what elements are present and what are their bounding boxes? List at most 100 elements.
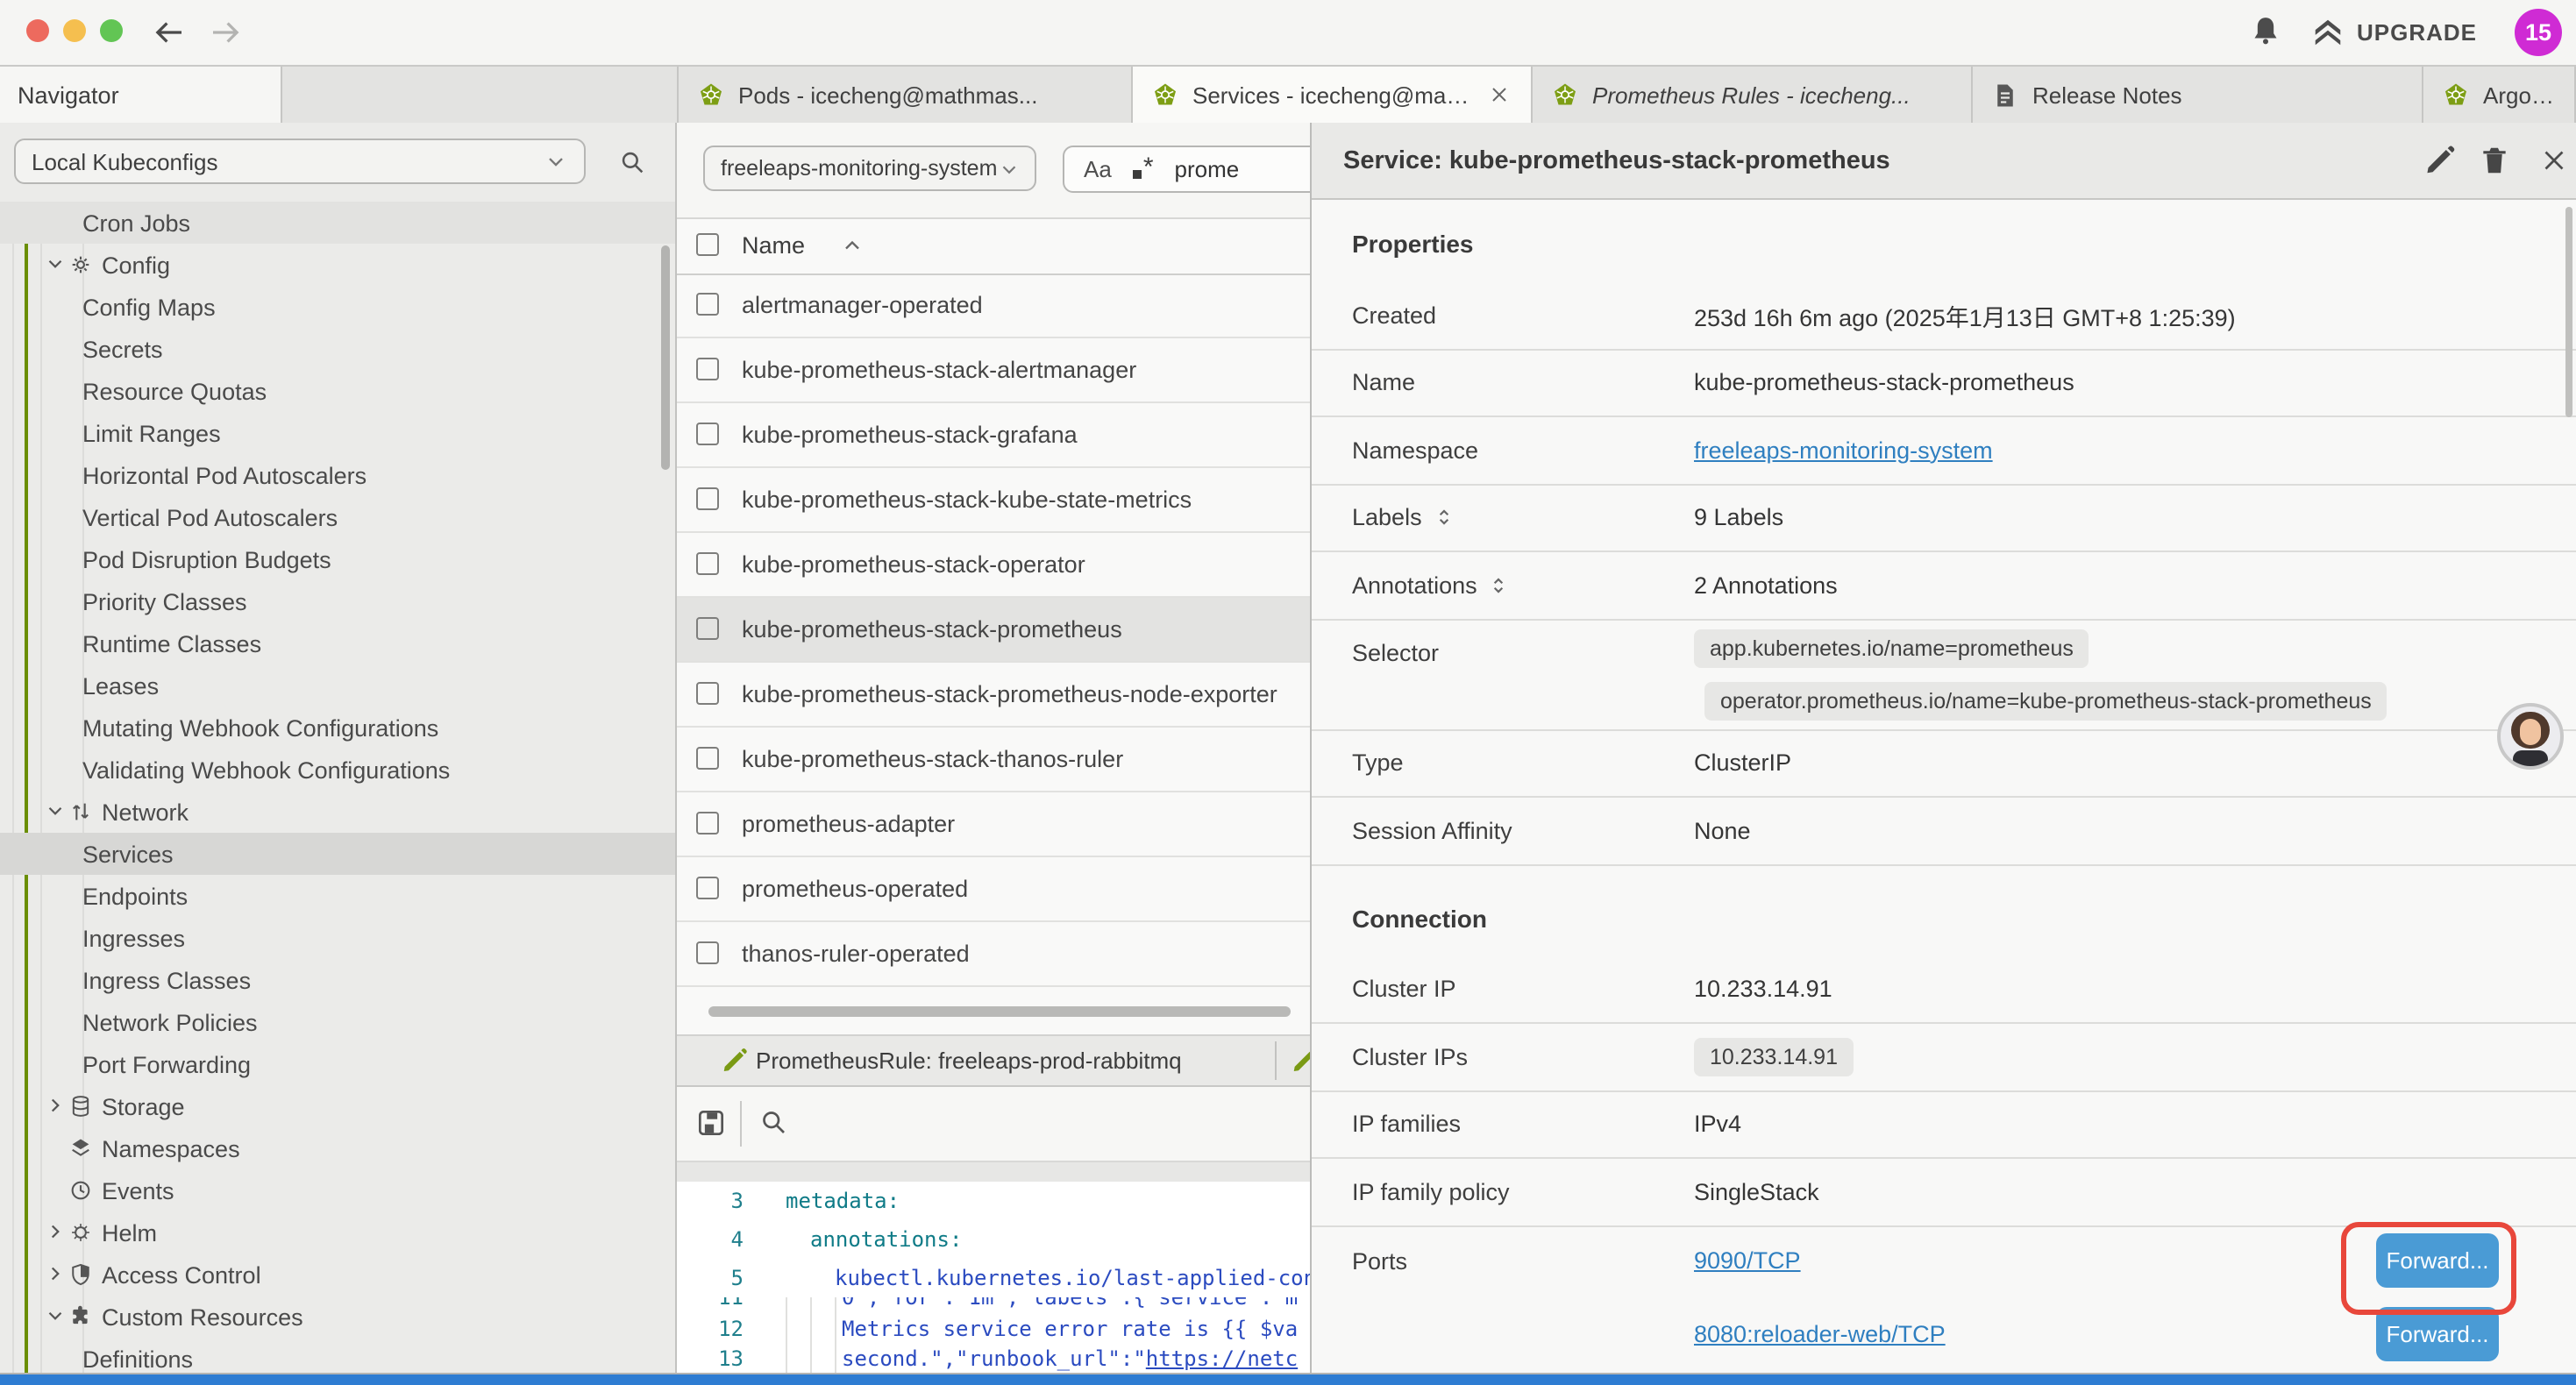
sort-updown-icon[interactable]: [1433, 507, 1455, 529]
sidebar-item-ingresses[interactable]: Ingresses: [0, 917, 675, 959]
row-checkbox[interactable]: [696, 617, 719, 640]
sidebar-item-endpoints[interactable]: Endpoints: [0, 875, 675, 917]
tab-services-icecheng-math[interactable]: Services - icecheng@math...: [1133, 67, 1533, 123]
table-row-kube-prometheus-stack-thanos-ruler[interactable]: kube-prometheus-stack-thanos-ruler: [677, 728, 1310, 792]
sort-updown-icon[interactable]: [1488, 574, 1511, 597]
row-checkbox[interactable]: [696, 812, 719, 835]
chevron-down-icon[interactable]: [44, 252, 67, 275]
sidebar-scrollbar[interactable]: [661, 245, 670, 470]
sidebar-item-helm[interactable]: Helm: [0, 1211, 675, 1254]
chevron-right-icon[interactable]: [44, 1094, 67, 1117]
editor-tab-label[interactable]: PrometheusRule: freeleaps-prod-rabbitmq: [756, 1048, 1182, 1074]
minimize-window-button[interactable]: [63, 19, 86, 42]
tab-argo-se[interactable]: Argo Se: [2423, 67, 2576, 123]
chevron-right-icon[interactable]: [44, 1220, 67, 1243]
chevron-right-icon[interactable]: [44, 1262, 67, 1285]
edit-pencil-icon[interactable]: [2423, 144, 2457, 177]
row-checkbox[interactable]: [696, 877, 719, 899]
editor-search-icon[interactable]: [758, 1106, 789, 1138]
save-icon[interactable]: [694, 1106, 728, 1140]
sidebar-item-vertical-pod-autoscalers[interactable]: Vertical Pod Autoscalers: [0, 496, 675, 538]
row-checkbox[interactable]: [696, 358, 719, 380]
sidebar-item-validating-webhook-configurations[interactable]: Validating Webhook Configurations: [0, 749, 675, 791]
table-row-thanos-ruler-operated[interactable]: thanos-ruler-operated: [677, 922, 1310, 987]
chevron-down-icon[interactable]: [44, 1304, 67, 1327]
sidebar-item-pod-disruption-budgets[interactable]: Pod Disruption Budgets: [0, 538, 675, 580]
table-row-kube-prometheus-stack-prometheus[interactable]: kube-prometheus-stack-prometheus: [677, 598, 1310, 663]
table-row-kube-prometheus-stack-kube-state-metrics[interactable]: kube-prometheus-stack-kube-state-metrics: [677, 468, 1310, 533]
sidebar-item-runtime-classes[interactable]: Runtime Classes: [0, 622, 675, 664]
close-tab-icon[interactable]: [1487, 82, 1512, 107]
filter-search-input[interactable]: Aa * prome: [1063, 146, 1310, 193]
sidebar-item-network-policies[interactable]: Network Policies: [0, 1001, 675, 1043]
maximize-window-button[interactable]: [100, 19, 123, 42]
row-checkbox[interactable]: [696, 293, 719, 316]
row-checkbox[interactable]: [696, 423, 719, 445]
sidebar-item-secrets[interactable]: Secrets: [0, 328, 675, 370]
table-row-kube-prometheus-stack-alertmanager[interactable]: kube-prometheus-stack-alertmanager: [677, 338, 1310, 403]
row-checkbox[interactable]: [696, 682, 719, 705]
sidebar-item-cron-jobs[interactable]: Cron Jobs: [0, 202, 675, 244]
table-row-alertmanager-operated[interactable]: alertmanager-operated: [677, 273, 1310, 338]
row-checkbox[interactable]: [696, 552, 719, 575]
sidebar-item-config[interactable]: Config: [0, 244, 675, 286]
sidebar-item-events[interactable]: Events: [0, 1169, 675, 1211]
kubeconfig-select[interactable]: Local Kubeconfigs: [14, 138, 586, 184]
tab-release-notes[interactable]: Release Notes: [1973, 67, 2423, 123]
sidebar-item-leases[interactable]: Leases: [0, 664, 675, 707]
table-row-kube-prometheus-stack-operator[interactable]: kube-prometheus-stack-operator: [677, 533, 1310, 598]
sidebar-item-port-forwarding[interactable]: Port Forwarding: [0, 1043, 675, 1085]
port-link[interactable]: 9090/TCP: [1694, 1246, 1801, 1273]
search-query: prome: [1175, 156, 1240, 182]
tab-pods-icecheng-mathmas[interactable]: Pods - icecheng@mathmas...: [679, 67, 1133, 123]
sidebar-item-custom-resources[interactable]: Custom Resources: [0, 1296, 675, 1338]
close-window-button[interactable]: [26, 19, 49, 42]
notification-count-badge[interactable]: 15: [2515, 9, 2562, 56]
chevron-down-icon[interactable]: [44, 799, 67, 822]
row-checkbox[interactable]: [696, 487, 719, 510]
row-checkbox[interactable]: [696, 941, 719, 964]
match-case-toggle[interactable]: Aa: [1084, 156, 1112, 182]
sidebar-item-config-maps[interactable]: Config Maps: [0, 286, 675, 328]
table-row-prometheus-adapter[interactable]: prometheus-adapter: [677, 792, 1310, 857]
tab-prometheus-rules-icecheng[interactable]: Prometheus Rules - icecheng...: [1533, 67, 1973, 123]
back-arrow-icon[interactable]: [151, 14, 188, 51]
regex-toggle-icon[interactable]: *: [1133, 160, 1154, 179]
upgrade-button[interactable]: UPGRADE: [2311, 16, 2477, 49]
sidebar-item-definitions[interactable]: Definitions: [0, 1338, 675, 1374]
sidebar-item-horizontal-pod-autoscalers[interactable]: Horizontal Pod Autoscalers: [0, 454, 675, 496]
sidebar-item-limit-ranges[interactable]: Limit Ranges: [0, 412, 675, 454]
runbook-url-link[interactable]: https://netc: [1146, 1346, 1298, 1371]
table-row-kube-prometheus-stack-grafana[interactable]: kube-prometheus-stack-grafana: [677, 403, 1310, 468]
table-row-kube-prometheus-stack-prometheus-node-exporter[interactable]: kube-prometheus-stack-prometheus-node-ex…: [677, 663, 1310, 728]
sidebar-item-services[interactable]: Services: [0, 833, 675, 875]
sidebar-item-mutating-webhook-configurations[interactable]: Mutating Webhook Configurations: [0, 707, 675, 749]
delete-trash-icon[interactable]: [2478, 144, 2511, 177]
horizontal-scrollbar[interactable]: [708, 1006, 1291, 1017]
navigator-tab[interactable]: Navigator: [0, 67, 282, 123]
select-all-checkbox[interactable]: [696, 233, 719, 256]
row-checkbox[interactable]: [696, 747, 719, 770]
sidebar-item-network[interactable]: Network: [0, 791, 675, 833]
sidebar-item-namespaces[interactable]: Namespaces: [0, 1127, 675, 1169]
sidebar-item-access-control[interactable]: Access Control: [0, 1254, 675, 1296]
sidebar-item-priority-classes[interactable]: Priority Classes: [0, 580, 675, 622]
namespace-select[interactable]: freeleaps-monitoring-system: [703, 146, 1036, 191]
sidebar-item-ingress-classes[interactable]: Ingress Classes: [0, 959, 675, 1001]
sidebar-item-storage[interactable]: Storage: [0, 1085, 675, 1127]
sidebar-search-icon[interactable]: [617, 147, 647, 177]
code-text: annotations:: [810, 1220, 962, 1259]
sort-ascending-icon[interactable]: [840, 233, 865, 258]
assistant-avatar[interactable]: [2497, 703, 2564, 770]
close-icon[interactable]: [2537, 144, 2571, 177]
yaml-editor[interactable]: 3metadata:4annotations:5kubectl.kubernet…: [677, 1182, 1310, 1374]
property-row-type: TypeClusterIP: [1312, 730, 2576, 798]
drawer-scrollbar[interactable]: [2565, 207, 2572, 417]
forward-arrow-icon[interactable]: [207, 14, 244, 51]
sidebar-item-resource-quotas[interactable]: Resource Quotas: [0, 370, 675, 412]
notifications-bell-icon[interactable]: [2248, 14, 2283, 49]
name-column-header[interactable]: Name: [742, 232, 805, 259]
port-link[interactable]: 8080:reloader-web/TCP: [1694, 1320, 1946, 1346]
namespace-link[interactable]: freeleaps-monitoring-system: [1694, 437, 1993, 464]
table-row-prometheus-operated[interactable]: prometheus-operated: [677, 857, 1310, 922]
